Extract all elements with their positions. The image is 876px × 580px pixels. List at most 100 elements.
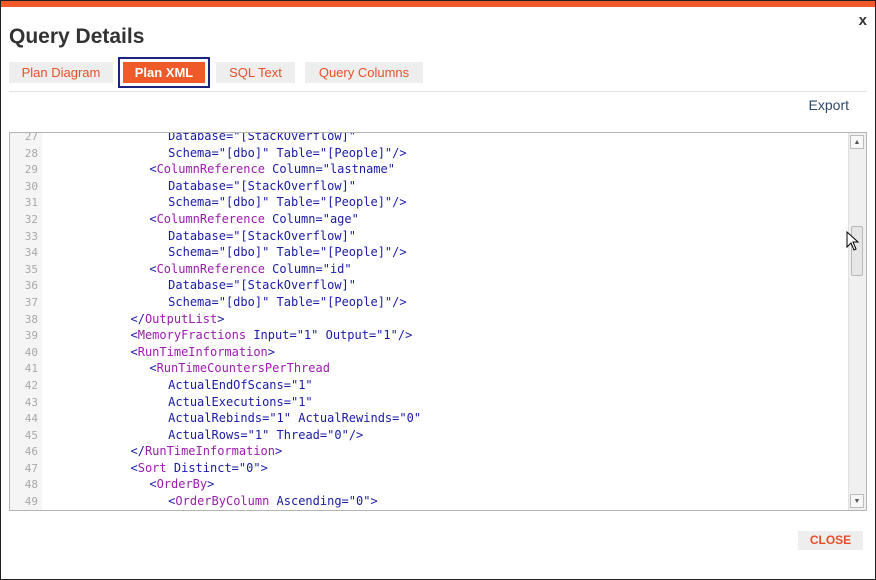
scroll-down-icon[interactable]: ▼ (850, 494, 864, 508)
code-token: "[StackOverflow]" (233, 278, 357, 293)
xml-editor[interactable]: 27 Database="[StackOverflow]" 28 Schema="[d… (9, 132, 867, 511)
code-text: ActualEndOfScans="1" (168, 377, 313, 394)
code-token: </ (130, 311, 145, 326)
line-number: 27 (24, 132, 38, 143)
code-token: Table= (269, 294, 320, 309)
code-token: "0" (327, 427, 349, 442)
code-token: Output= (318, 328, 377, 343)
tab-plan-diagram[interactable]: Plan Diagram (9, 62, 113, 83)
code-token: /> (392, 245, 407, 260)
line-number: 34 (24, 246, 38, 260)
line-number: 43 (24, 395, 38, 409)
code-text: ActualRebinds="1" ActualRewinds="0" (168, 410, 421, 427)
code-line: 35 <ColumnReference Column="id" (10, 261, 848, 278)
code-token: "id" (322, 261, 352, 276)
code-lines: 27 Database="[StackOverflow]" 28 Schema="[d… (10, 132, 848, 510)
code-token: Database= (168, 278, 234, 293)
code-token: Input= (246, 328, 297, 343)
code-token: > (267, 344, 276, 359)
code-token: < (149, 261, 157, 276)
code-line: 38 </OutputList> (10, 311, 848, 328)
line-number: 33 (24, 229, 38, 243)
code-token: RunTimeCountersPerThread (156, 361, 330, 376)
code-token: ColumnReference (156, 162, 265, 177)
close-icon[interactable]: x (859, 12, 867, 29)
vertical-scrollbar[interactable]: ▲ ▼ (848, 133, 866, 510)
code-token: "1" (296, 328, 319, 343)
line-number: 41 (24, 362, 38, 376)
code-token: ActualExecutions= (168, 394, 291, 409)
code-text: Schema="[dbo]" Table="[People]"/> (168, 145, 406, 162)
query-details-dialog: x Query Details Plan Diagram Plan XML SQ… (0, 0, 876, 580)
code-token: Schema= (168, 195, 219, 210)
tab-sql-text[interactable]: SQL Text (216, 62, 295, 83)
code-token: "0" (399, 411, 422, 426)
code-line: 32 <ColumnReference Column="age" (10, 211, 848, 228)
code-token: Thread= (269, 427, 328, 442)
code-token: /> (348, 427, 364, 442)
line-number: 30 (24, 179, 38, 193)
code-line: 39 <MemoryFractions Input="1" Output="1"/… (10, 327, 848, 344)
code-text: Schema="[dbo]" Table="[People]"/> (168, 294, 406, 311)
code-line: 27 Database="[StackOverflow]" (10, 132, 848, 145)
code-token: "[dbo]" (218, 145, 270, 160)
code-text: Schema="[dbo]" Table="[People]"/> (168, 244, 406, 261)
code-line: 46 </RunTimeInformation> (10, 443, 848, 460)
accent-bar (1, 1, 875, 7)
code-text: <MemoryFractions Input="1" Output="1"/> (131, 327, 413, 344)
code-text: ActualRows="1" Thread="0"/> (168, 427, 363, 444)
code-text: </RunTimeInformation> (131, 443, 283, 460)
line-number: 47 (24, 461, 38, 475)
code-line: 40 <RunTimeInformation> (10, 344, 848, 361)
code-token: > (217, 311, 225, 326)
code-token: Schema= (168, 294, 219, 309)
code-token: "[People]" (319, 195, 393, 210)
code-text: <ColumnReference Column="age" (149, 211, 359, 228)
code-token: > (207, 477, 215, 492)
code-text: <RunTimeInformation> (131, 344, 276, 361)
code-line: 44 ActualRebinds="1" ActualRewinds="0" (10, 410, 848, 427)
code-token: Table= (269, 245, 320, 260)
code-token: "1" (290, 394, 313, 409)
divider (9, 91, 867, 92)
code-token: ActualEndOfScans= (168, 377, 291, 392)
code-token: "[StackOverflow]" (233, 178, 357, 193)
code-token: /> (392, 195, 407, 210)
line-number: 28 (24, 146, 38, 160)
line-number: 39 (24, 329, 38, 343)
code-line: 48 <OrderBy> (10, 476, 848, 493)
code-token: > (370, 494, 378, 509)
code-token: "[People]" (319, 145, 393, 160)
code-text: <OrderBy> (149, 476, 214, 493)
code-token: RunTimeInformation (144, 444, 275, 459)
code-token: > (275, 444, 283, 459)
code-text: <ColumnReference Column="id" (149, 261, 351, 278)
line-number: 36 (24, 279, 38, 293)
export-link[interactable]: Export (809, 97, 849, 113)
code-token: Column= (264, 261, 323, 276)
code-token: "age" (322, 211, 359, 226)
code-token: Column= (264, 211, 323, 226)
code-text: Database="[StackOverflow]" (168, 178, 356, 195)
tab-plan-xml[interactable]: Plan XML (118, 57, 210, 88)
code-line: 49 <OrderByColumn Ascending="0"> (10, 493, 848, 510)
code-token: < (149, 162, 157, 177)
code-token: "lastname" (322, 162, 395, 177)
code-token: < (149, 211, 157, 226)
code-token: < (149, 477, 157, 492)
code-text: Database="[StackOverflow]" (168, 228, 356, 245)
line-number: 46 (24, 445, 38, 459)
dialog-title: Query Details (9, 25, 145, 48)
code-token: Database= (168, 228, 234, 243)
code-token: Table= (269, 195, 320, 210)
close-button[interactable]: CLOSE (798, 531, 863, 550)
line-number: 45 (24, 428, 38, 442)
code-text: <RunTimeCountersPerThread (149, 360, 330, 377)
code-token: "0" (238, 460, 261, 475)
code-token: "[dbo]" (218, 195, 270, 210)
tab-query-columns[interactable]: Query Columns (305, 62, 423, 83)
code-token: Distinct= (166, 460, 239, 475)
scroll-up-icon[interactable]: ▲ (850, 135, 864, 149)
code-token: /> (392, 145, 407, 160)
code-token: ActualRows= (168, 427, 248, 442)
